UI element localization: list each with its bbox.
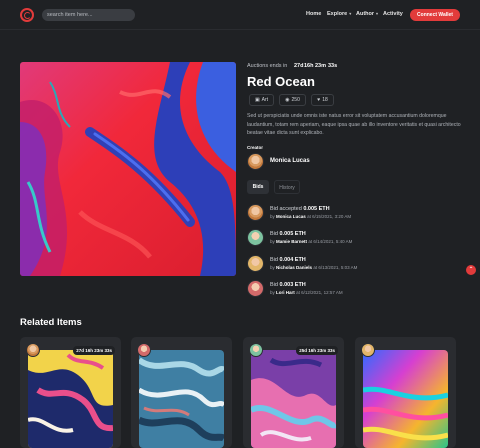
- nav-author[interactable]: Author ▾: [356, 11, 378, 17]
- card-thumbnail[interactable]: [363, 350, 448, 448]
- likes-chip[interactable]: ♥ 18: [311, 94, 334, 106]
- bid-meta: by Mamie Barnett at 6/14/2021, 5:40 AM: [270, 239, 352, 244]
- related-card[interactable]: [355, 337, 456, 448]
- category-chip[interactable]: ▣ Art: [249, 94, 274, 106]
- nav-activity[interactable]: Activity: [383, 11, 403, 17]
- bid-prefix: Bid: [270, 231, 278, 237]
- bid-prefix: Bid: [270, 282, 278, 288]
- creator-avatar[interactable]: [247, 153, 264, 170]
- likes-count: 18: [322, 97, 328, 103]
- heart-icon: ♥: [317, 97, 321, 103]
- related-card[interactable]: 25d 16h 23m 33s: [243, 337, 344, 448]
- item-artwork: [20, 62, 236, 276]
- related-card[interactable]: 27d 16h 23m 33s: [20, 337, 121, 448]
- bid-amount-line: Bid 0.005 ETH: [270, 231, 306, 237]
- connect-wallet-button[interactable]: Connect Wallet: [410, 9, 460, 21]
- item-description: Sed ut perspiciatis unde omnis iste natu…: [247, 113, 461, 136]
- bidder-name[interactable]: Mamie Barnett: [276, 239, 307, 244]
- bidder-avatar[interactable]: [247, 229, 264, 246]
- bid-amount: 0.005 ETH: [303, 206, 330, 212]
- bid-by: by: [270, 239, 275, 244]
- bidder-name[interactable]: Nicholas Daniels: [276, 265, 312, 270]
- tab-bids[interactable]: Bids: [247, 180, 269, 194]
- logo-icon[interactable]: [20, 8, 34, 22]
- bid-by: by: [270, 214, 275, 219]
- card-thumbnail[interactable]: [139, 350, 224, 448]
- search-input[interactable]: search item here...: [42, 9, 135, 21]
- top-header: search item here... Home Explore ▾ Author…: [0, 0, 480, 30]
- card-author-avatar[interactable]: [137, 343, 151, 357]
- bid-prefix: Bid: [270, 257, 278, 263]
- views-count: 250: [291, 97, 300, 103]
- nav-explore[interactable]: Explore ▾: [327, 11, 351, 17]
- bid-amount-line: Bid 0.003 ETH: [270, 282, 306, 288]
- creator-label: Creator: [247, 145, 264, 150]
- card-timer: 27d 16h 23m 33s: [73, 346, 115, 355]
- bid-amount: 0.003 ETH: [279, 282, 306, 288]
- card-thumbnail[interactable]: [28, 350, 113, 448]
- bid-amount: 0.005 ETH: [279, 231, 306, 237]
- bid-by: by: [270, 290, 275, 295]
- timer-days: 27d: [294, 63, 304, 69]
- bidder-name[interactable]: Lori Hart: [276, 290, 295, 295]
- creator-name[interactable]: Monica Lucas: [270, 158, 310, 164]
- tab-history[interactable]: History: [274, 180, 300, 194]
- related-card[interactable]: [131, 337, 232, 448]
- image-icon: ▣: [254, 97, 260, 103]
- chevron-up-icon: ⌃: [468, 267, 474, 273]
- chevron-down-icon: ▾: [376, 11, 379, 16]
- card-timer: 25d 16h 23m 33s: [296, 346, 338, 355]
- bid-time: at 6/12/2021, 12:57 AM: [296, 290, 343, 295]
- bid-meta: by Nicholas Daniels at 6/13/2021, 5:03 A…: [270, 265, 357, 270]
- bid-meta: by Lori Hart at 6/12/2021, 12:57 AM: [270, 290, 343, 295]
- card-author-avatar[interactable]: [361, 343, 375, 357]
- category-label: Art: [261, 97, 269, 103]
- bid-by: by: [270, 265, 275, 270]
- nav-home[interactable]: Home: [306, 11, 321, 17]
- bid-time: at 6/13/2021, 5:03 AM: [313, 265, 358, 270]
- bid-time: at 6/15/2021, 3:20 AM: [307, 214, 352, 219]
- bidder-avatar[interactable]: [247, 280, 264, 297]
- bid-time: at 6/14/2021, 5:40 AM: [308, 239, 353, 244]
- item-title: Red Ocean: [247, 74, 315, 89]
- eye-icon: ◉: [285, 97, 290, 103]
- card-thumbnail[interactable]: [251, 350, 336, 448]
- timer-minutes: 23m: [315, 63, 327, 69]
- related-items-title: Related Items: [20, 317, 82, 328]
- chevron-down-icon: ▾: [349, 11, 352, 16]
- bidder-name[interactable]: Monica Lucas: [276, 214, 306, 219]
- bidder-avatar[interactable]: [247, 255, 264, 272]
- nav-author-label: Author: [356, 11, 375, 17]
- bid-amount-line: Bid 0.004 ETH: [270, 257, 306, 263]
- card-author-avatar[interactable]: [26, 343, 40, 357]
- bid-amount-line: Bid accepted 0.005 ETH: [270, 206, 330, 212]
- bidder-avatar[interactable]: [247, 204, 264, 221]
- views-chip: ◉ 250: [279, 94, 306, 106]
- bid-meta: by Monica Lucas at 6/15/2021, 3:20 AM: [270, 214, 351, 219]
- scroll-to-top-button[interactable]: ⌃: [466, 265, 476, 275]
- timer-hours: 16h: [304, 63, 314, 69]
- nav-explore-label: Explore: [327, 11, 348, 17]
- bid-prefix: Bid accepted: [270, 206, 302, 212]
- bid-amount: 0.004 ETH: [279, 257, 306, 263]
- auction-ends-label: Auctions ends in: [247, 63, 288, 69]
- card-author-avatar[interactable]: [249, 343, 263, 357]
- timer-seconds: 33s: [328, 63, 338, 69]
